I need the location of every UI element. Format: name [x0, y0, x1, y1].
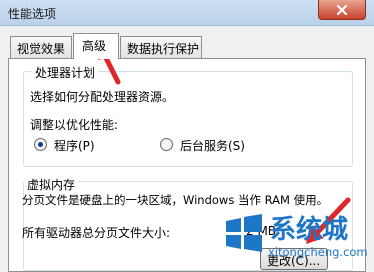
watermark-brand: 系统城	[270, 215, 349, 245]
watermark-url: xitongcheng.com	[268, 245, 368, 259]
radio-background-services-label[interactable]: 后台服务(S)	[180, 137, 245, 154]
processor-group-title: 处理器计划	[32, 64, 99, 81]
radio-programs-label[interactable]: 程序(P)	[54, 137, 95, 154]
window-title: 性能选项	[8, 7, 57, 21]
close-icon	[336, 4, 348, 15]
paging-total-label: 所有驱动器总分页文件大小:	[22, 226, 171, 240]
tab-label: 数据执行保护	[127, 42, 200, 56]
tab-label: 视觉效果	[17, 42, 66, 56]
virtual-memory-group-title: 虚拟内存	[24, 176, 79, 193]
radio-programs[interactable]	[34, 138, 47, 151]
tab-visual-effects[interactable]: 视觉效果	[10, 36, 72, 58]
close-button[interactable]	[318, 0, 366, 20]
watermark-logo-icon	[226, 214, 262, 252]
processor-scheduling-group: 处理器计划 选择如何分配处理器资源。 调整以优化性能: 程序(P) 后台服务(S…	[23, 64, 353, 167]
tab-data-execution-prevention[interactable]: 数据执行保护	[120, 36, 202, 58]
watermark: 系统城 xitongcheng.com	[222, 205, 372, 269]
processor-description: 选择如何分配处理器资源。	[30, 90, 175, 104]
tab-advanced[interactable]: 高级	[73, 33, 119, 59]
tab-label: 高级	[82, 39, 107, 53]
optimize-label: 调整以优化性能:	[30, 118, 119, 132]
title-bar: 性能选项	[0, 0, 374, 26]
radio-background-services[interactable]	[160, 138, 173, 151]
